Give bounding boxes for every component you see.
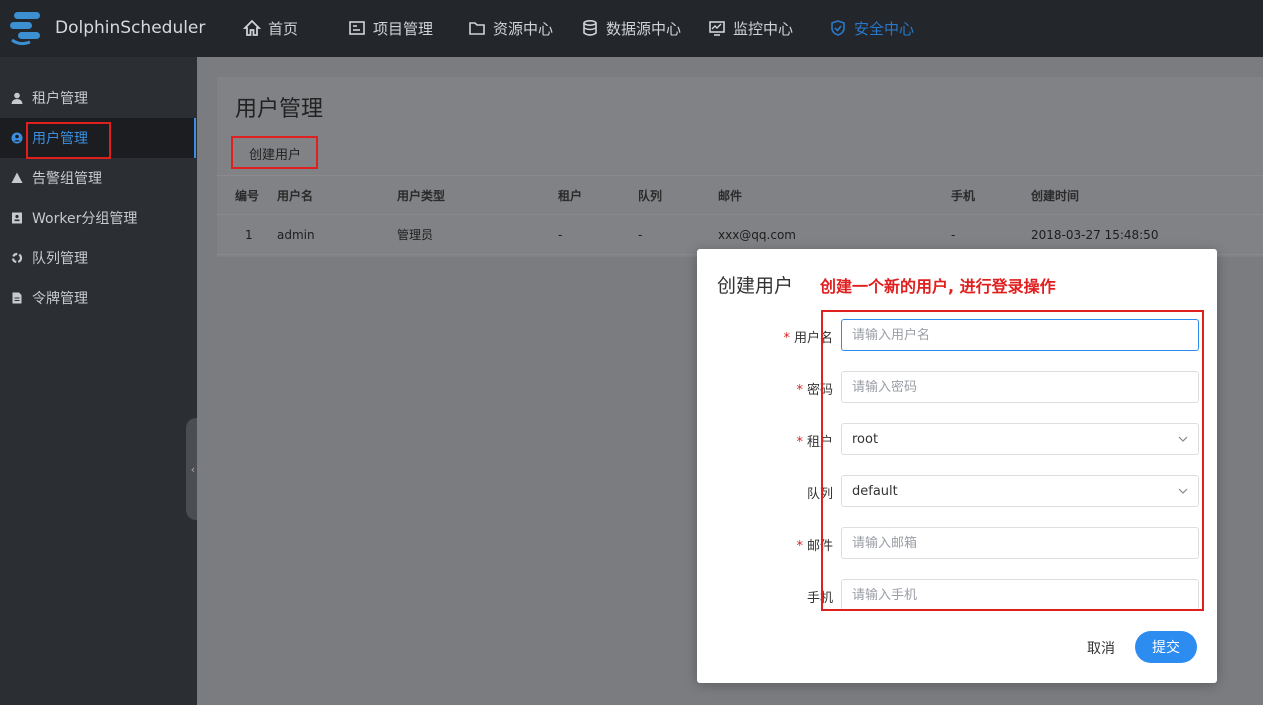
sidebar-item-label: Worker分组管理 (32, 211, 138, 227)
cell-tenant: - (558, 228, 563, 242)
sidebar-item-queues[interactable]: 队列管理 (0, 238, 196, 278)
dialog-title: 创建用户 (717, 275, 794, 297)
page-title: 用户管理 (235, 97, 324, 122)
highlight-sidebar-users (26, 122, 111, 159)
top-navbar: DolphinScheduler 首页 项目管理 资源中心 数据源中心 监控中心… (0, 0, 1263, 57)
cell-id: 1 (245, 228, 253, 242)
folder-icon (469, 22, 485, 35)
col-header-phone: 手机 (951, 189, 976, 203)
sidebar-item-label: 告警组管理 (32, 171, 102, 187)
col-header-user-type: 用户类型 (397, 189, 446, 203)
sidebar-item-label: 令牌管理 (32, 291, 88, 307)
project-icon (349, 21, 365, 35)
nav-projects[interactable]: 项目管理 (348, 17, 433, 39)
nav-security-label: 安全中心 (854, 19, 915, 38)
highlight-create-button (231, 136, 318, 169)
highlight-form-fields (821, 310, 1204, 611)
nav-security[interactable]: 安全中心 (829, 17, 914, 39)
app-brand[interactable]: DolphinScheduler (55, 18, 205, 38)
submit-button[interactable]: 提交 (1135, 631, 1197, 663)
col-header-id: 编号 (235, 189, 260, 203)
cell-user-type: 管理员 (397, 228, 434, 242)
email-label: * 邮件 (796, 539, 833, 554)
dolphin-logo-icon (10, 12, 40, 46)
nav-home[interactable]: 首页 (243, 17, 298, 39)
id-card-icon (12, 212, 22, 224)
user-list-panel: 用户管理 创建用户 编号 用户名 用户类型 租户 队列 邮件 手机 创建时间 1… (217, 77, 1263, 257)
nav-resources[interactable]: 资源中心 (468, 17, 553, 39)
create-user-dialog: 创建用户 创建一个新的用户, 进行登录操作 *用户名 *密码 *租户 root … (697, 249, 1217, 683)
cell-username: admin (277, 228, 315, 242)
database-icon (583, 19, 597, 36)
cell-queue: - (638, 228, 643, 242)
document-icon (12, 292, 22, 304)
col-header-email: 邮件 (718, 189, 743, 203)
sidebar-item-tenant[interactable]: 租户管理 (0, 78, 196, 118)
monitor-icon (709, 21, 725, 36)
home-icon (243, 19, 261, 36)
annotation-text: 创建一个新的用户, 进行登录操作 (820, 277, 1056, 296)
nav-resources-label: 资源中心 (493, 19, 554, 38)
nav-datasource-label: 数据源中心 (606, 19, 682, 38)
queue-label: 队列 (806, 487, 833, 502)
col-header-username: 用户名 (277, 189, 314, 203)
sidebar-item-alert-groups[interactable]: 告警组管理 (0, 158, 196, 198)
sidebar-item-label: 租户管理 (32, 91, 88, 107)
sidebar-item-label: 队列管理 (32, 251, 88, 267)
chevron-left-icon: ‹ (190, 462, 196, 476)
shield-icon (831, 20, 845, 36)
nav-projects-label: 项目管理 (373, 19, 434, 38)
nav-monitor-label: 监控中心 (733, 19, 794, 38)
user-icon (11, 92, 23, 104)
table-header: 编号 用户名 用户类型 租户 队列 邮件 手机 创建时间 (217, 175, 1263, 215)
sidebar-item-worker-groups[interactable]: Worker分组管理 (0, 198, 196, 238)
username-label: * 用户名 (783, 331, 833, 346)
phone-label: 手机 (806, 591, 833, 606)
col-header-tenant: 租户 (558, 189, 583, 203)
warning-icon (11, 172, 23, 183)
recycle-icon (11, 252, 23, 264)
password-label: * 密码 (796, 383, 833, 398)
nav-home-label: 首页 (268, 19, 299, 38)
col-header-queue: 队列 (638, 189, 663, 203)
user-circle-icon (11, 132, 23, 144)
nav-monitor[interactable]: 监控中心 (708, 17, 793, 39)
sidebar-item-tokens[interactable]: 令牌管理 (0, 278, 196, 318)
col-header-created-time: 创建时间 (1031, 189, 1080, 203)
cancel-button[interactable]: 取消 (1079, 633, 1123, 663)
tenant-label: * 租户 (796, 435, 833, 450)
nav-datasource[interactable]: 数据源中心 (581, 17, 681, 39)
